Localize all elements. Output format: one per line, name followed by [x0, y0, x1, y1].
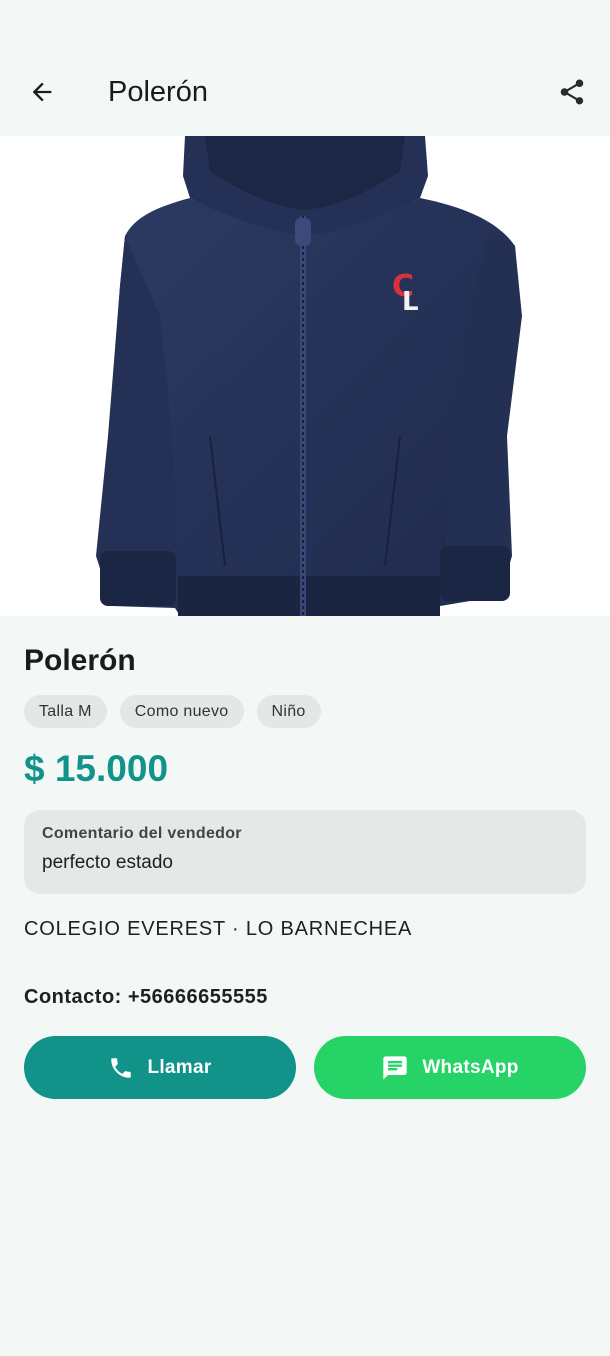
- contact-actions: Llamar WhatsApp: [24, 1036, 586, 1099]
- whatsapp-button[interactable]: WhatsApp: [314, 1036, 586, 1099]
- svg-text:L: L: [402, 287, 419, 317]
- share-icon: [557, 77, 587, 112]
- chip-size: Talla M: [24, 695, 107, 728]
- product-image[interactable]: C L: [0, 136, 610, 616]
- back-button[interactable]: [18, 70, 66, 118]
- message-icon: [381, 1054, 409, 1082]
- chip-gender: Niño: [256, 695, 321, 728]
- product-details: Polerón Talla M Como nuevo Niño $ 15.000…: [24, 616, 586, 1099]
- hoodie-illustration: C L: [96, 136, 522, 616]
- page-title: Polerón: [108, 76, 208, 108]
- seller-comment-card: Comentario del vendedor perfecto estado: [24, 810, 586, 894]
- tag-chips: Talla M Como nuevo Niño: [24, 695, 586, 728]
- phone-icon: [108, 1055, 134, 1081]
- product-detail-screen: Polerón C L Polerón Talla M Como nuevo N…: [0, 0, 610, 1356]
- share-button[interactable]: [548, 70, 596, 118]
- school-location: COLEGIO EVEREST · LO BARNECHEA: [24, 918, 413, 940]
- chip-condition: Como nuevo: [119, 695, 244, 728]
- arrow-back-icon: [28, 78, 56, 111]
- call-button[interactable]: Llamar: [24, 1036, 296, 1099]
- seller-comment-label: Comentario del vendedor: [42, 825, 242, 842]
- whatsapp-button-label: WhatsApp: [422, 1056, 519, 1078]
- app-bar: Polerón: [0, 52, 610, 136]
- contact-phone: Contacto: +56666655555: [24, 986, 268, 1008]
- seller-comment-text: perfecto estado: [42, 852, 173, 873]
- call-button-label: Llamar: [147, 1056, 212, 1078]
- product-name: Polerón: [24, 644, 136, 677]
- price: $ 15.000: [24, 748, 169, 789]
